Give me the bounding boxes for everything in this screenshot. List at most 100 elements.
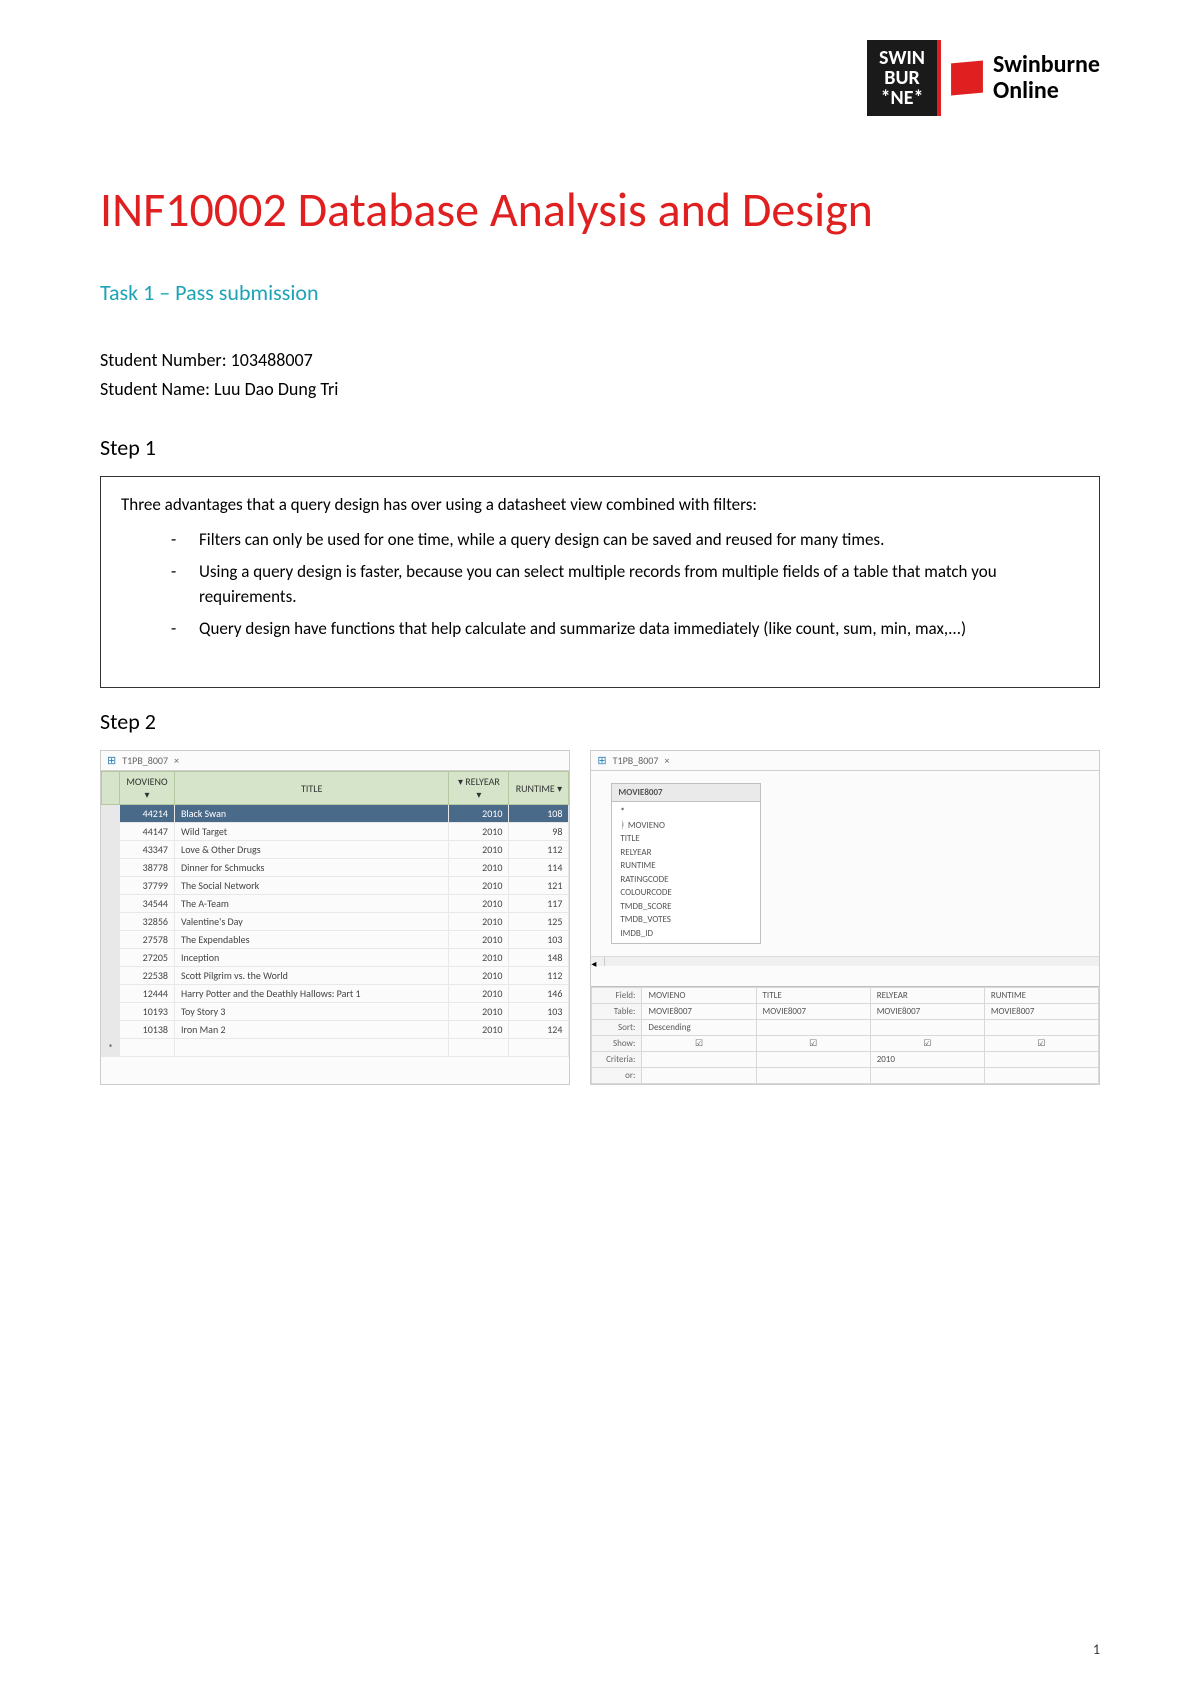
cell-title[interactable]: Love & Other Drugs: [174, 841, 448, 859]
cell-relyear[interactable]: 2010: [449, 931, 509, 949]
cell-movieno[interactable]: 34544: [119, 895, 174, 913]
cell-title[interactable]: Wild Target: [174, 823, 448, 841]
table-field-list[interactable]: MOVIE8007 *ᛓ MOVIENOTITLERELYEARRUNTIMER…: [611, 783, 761, 944]
grid-cell-show[interactable]: ☑: [756, 1036, 870, 1052]
grid-cell-sort[interactable]: [984, 1020, 1098, 1036]
cell-relyear[interactable]: 2010: [449, 949, 509, 967]
cell-runtime[interactable]: 121: [509, 877, 569, 895]
grid-cell-criteria[interactable]: [984, 1052, 1098, 1068]
field-list-item[interactable]: TMDB_VOTES: [620, 913, 752, 927]
row-selector[interactable]: [102, 1021, 120, 1039]
datasheet-table[interactable]: MOVIENO ▾ TITLE ▾ RELYEAR ▾ RUNTIME ▾ 44…: [101, 771, 569, 1057]
table-row[interactable]: 10193Toy Story 32010103: [102, 1003, 569, 1021]
cell-movieno[interactable]: 44147: [119, 823, 174, 841]
cell-relyear[interactable]: 2010: [449, 859, 509, 877]
column-header-runtime[interactable]: RUNTIME ▾: [509, 772, 569, 805]
table-row[interactable]: 37799The Social Network2010121: [102, 877, 569, 895]
grid-cell-field[interactable]: TITLE: [756, 988, 870, 1004]
cell-relyear[interactable]: 2010: [449, 1003, 509, 1021]
table-row[interactable]: 43347Love & Other Drugs2010112: [102, 841, 569, 859]
grid-cell-field[interactable]: RUNTIME: [984, 988, 1098, 1004]
grid-cell-show[interactable]: ☑: [870, 1036, 984, 1052]
row-selector[interactable]: [102, 931, 120, 949]
cell-runtime[interactable]: 112: [509, 841, 569, 859]
cell-title[interactable]: Black Swan: [174, 805, 448, 823]
cell-runtime[interactable]: 112: [509, 967, 569, 985]
cell-runtime[interactable]: 146: [509, 985, 569, 1003]
field-list-item[interactable]: *: [620, 805, 752, 819]
row-selector[interactable]: [102, 913, 120, 931]
cell-movieno[interactable]: 27578: [119, 931, 174, 949]
column-header-relyear[interactable]: ▾ RELYEAR ▾: [449, 772, 509, 805]
field-list-item[interactable]: ᛓ MOVIENO: [620, 819, 752, 833]
table-row[interactable]: 44214Black Swan2010108: [102, 805, 569, 823]
cell-runtime[interactable]: 148: [509, 949, 569, 967]
row-selector[interactable]: [102, 877, 120, 895]
cell-movieno[interactable]: 37799: [119, 877, 174, 895]
grid-cell-table[interactable]: MOVIE8007: [642, 1004, 756, 1020]
row-selector[interactable]: [102, 895, 120, 913]
grid-cell-field[interactable]: MOVIENO: [642, 988, 756, 1004]
grid-cell-table[interactable]: MOVIE8007: [984, 1004, 1098, 1020]
cell-title[interactable]: The Expendables: [174, 931, 448, 949]
cell-relyear[interactable]: 2010: [449, 841, 509, 859]
cell-relyear[interactable]: 2010: [449, 823, 509, 841]
cell-title[interactable]: Harry Potter and the Deathly Hallows: Pa…: [174, 985, 448, 1003]
cell-movieno[interactable]: 38778: [119, 859, 174, 877]
cell-movieno[interactable]: 22538: [119, 967, 174, 985]
row-selector[interactable]: [102, 949, 120, 967]
grid-cell-sort[interactable]: [756, 1020, 870, 1036]
cell-runtime[interactable]: 98: [509, 823, 569, 841]
table-row[interactable]: 27205Inception2010148: [102, 949, 569, 967]
cell-runtime[interactable]: 114: [509, 859, 569, 877]
design-splitter[interactable]: ◂: [591, 956, 1099, 966]
cell-movieno[interactable]: 27205: [119, 949, 174, 967]
table-row[interactable]: 34544The A-Team2010117: [102, 895, 569, 913]
query-tab[interactable]: ⊞ T1PB_8007 ×: [591, 751, 1099, 771]
cell-title[interactable]: Iron Man 2: [174, 1021, 448, 1039]
grid-cell-or[interactable]: [756, 1068, 870, 1084]
cell-relyear[interactable]: 2010: [449, 967, 509, 985]
column-header-movieno[interactable]: MOVIENO ▾: [119, 772, 174, 805]
row-selector[interactable]: [102, 1003, 120, 1021]
table-row[interactable]: 12444Harry Potter and the Deathly Hallow…: [102, 985, 569, 1003]
grid-cell-criteria[interactable]: [642, 1052, 756, 1068]
table-row[interactable]: 22538Scott Pilgrim vs. the World2010112: [102, 967, 569, 985]
cell-movieno[interactable]: 10193: [119, 1003, 174, 1021]
grid-cell-show[interactable]: ☑: [642, 1036, 756, 1052]
cell-relyear[interactable]: 2010: [449, 805, 509, 823]
close-icon[interactable]: ×: [664, 754, 669, 767]
cell-runtime[interactable]: 117: [509, 895, 569, 913]
grid-cell-or[interactable]: [870, 1068, 984, 1084]
cell-movieno[interactable]: 10138: [119, 1021, 174, 1039]
field-list-item[interactable]: RATINGCODE: [620, 873, 752, 887]
cell-runtime[interactable]: 108: [509, 805, 569, 823]
row-selector[interactable]: [102, 967, 120, 985]
grid-cell-or[interactable]: [984, 1068, 1098, 1084]
row-selector[interactable]: [102, 985, 120, 1003]
column-header-title[interactable]: TITLE: [174, 772, 448, 805]
table-row[interactable]: 32856Valentine's Day2010125: [102, 913, 569, 931]
grid-cell-table[interactable]: MOVIE8007: [756, 1004, 870, 1020]
cell-movieno[interactable]: 43347: [119, 841, 174, 859]
cell-title[interactable]: The A-Team: [174, 895, 448, 913]
grid-cell-or[interactable]: [642, 1068, 756, 1084]
table-row[interactable]: 27578The Expendables2010103: [102, 931, 569, 949]
cell-relyear[interactable]: 2010: [449, 1021, 509, 1039]
cell-relyear[interactable]: 2010: [449, 877, 509, 895]
grid-cell-field[interactable]: RELYEAR: [870, 988, 984, 1004]
table-row[interactable]: 10138Iron Man 22010124: [102, 1021, 569, 1039]
grid-cell-table[interactable]: MOVIE8007: [870, 1004, 984, 1020]
row-selector[interactable]: [102, 841, 120, 859]
field-list-item[interactable]: TMDB_SCORE: [620, 900, 752, 914]
close-icon[interactable]: ×: [174, 754, 179, 767]
cell-relyear[interactable]: 2010: [449, 895, 509, 913]
cell-title[interactable]: Valentine's Day: [174, 913, 448, 931]
cell-title[interactable]: Scott Pilgrim vs. the World: [174, 967, 448, 985]
table-row[interactable]: 38778Dinner for Schmucks2010114: [102, 859, 569, 877]
cell-title[interactable]: Dinner for Schmucks: [174, 859, 448, 877]
grid-cell-criteria[interactable]: [756, 1052, 870, 1068]
cell-runtime[interactable]: 124: [509, 1021, 569, 1039]
query-design-grid[interactable]: Field: MOVIENO TITLE RELYEAR RUNTIME Tab…: [591, 986, 1099, 1084]
dropdown-icon[interactable]: ▾: [144, 788, 149, 801]
